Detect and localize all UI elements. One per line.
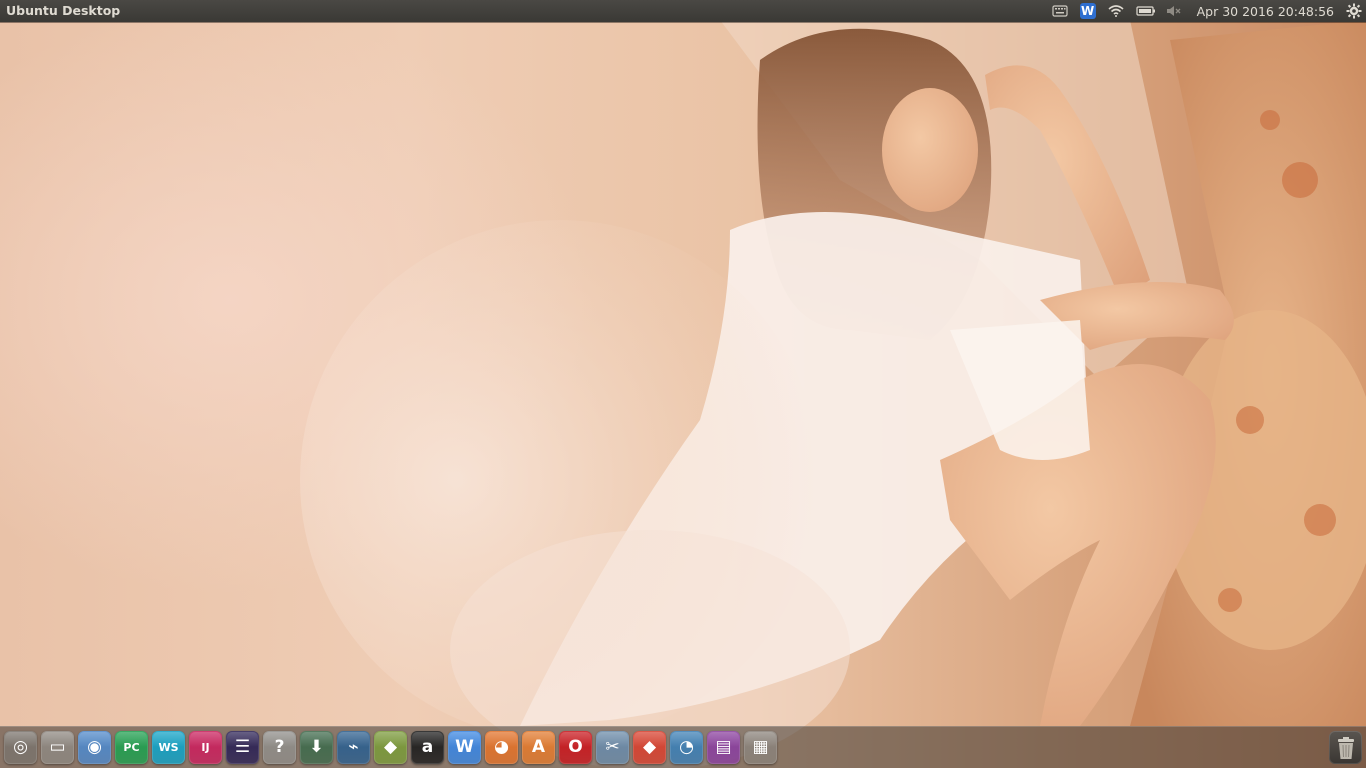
launcher-item-workspaces[interactable]: ▦ — [744, 731, 777, 764]
launcher-item-wps-writer[interactable]: W — [448, 731, 481, 764]
download-icon: ⬇ — [309, 737, 324, 757]
volume-muted-icon[interactable] — [1161, 0, 1187, 22]
swirl-icon: ◔ — [679, 737, 694, 757]
layers-icon: ◆ — [383, 737, 398, 757]
wps-office-icon-label: W — [1080, 4, 1095, 18]
window-icon: ▤ — [715, 737, 732, 757]
launcher-item-app-green[interactable]: ◆ — [374, 731, 407, 764]
top-panel: Ubuntu Desktop W Apr 30 2016 20:48:56 — [0, 0, 1366, 22]
wifi-icon[interactable] — [1101, 0, 1131, 22]
launcher-item-help[interactable]: ? — [263, 731, 296, 764]
indicator-area: W Apr 30 2016 20:48:56 — [1045, 0, 1366, 22]
launcher-item-webstorm[interactable]: WS — [152, 731, 185, 764]
software-center-icon: A — [531, 737, 546, 757]
launcher-item-eclipse[interactable]: ☰ — [226, 731, 259, 764]
chromium-icon: ◉ — [87, 737, 102, 757]
a-circle-icon: a — [421, 737, 434, 757]
launcher-item-app-tools[interactable]: ✂ — [596, 731, 629, 764]
clock[interactable]: Apr 30 2016 20:48:56 — [1187, 4, 1342, 19]
launcher-item-opera[interactable]: O — [559, 731, 592, 764]
ubuntu-logo-icon: ◎ — [13, 737, 28, 757]
launcher-item-downloader[interactable]: ⬇ — [300, 731, 333, 764]
file-manager-icon: ▭ — [49, 737, 66, 757]
eclipse-icon: ☰ — [234, 737, 251, 757]
wps-office-icon[interactable]: W — [1075, 0, 1101, 22]
launcher-item-software-center[interactable]: A — [522, 731, 555, 764]
launcher-item-app-a[interactable]: a — [411, 731, 444, 764]
launcher-item-ubuntu-dash[interactable]: ◎ — [4, 731, 37, 764]
git-icon: ◆ — [642, 737, 657, 757]
tools-icon: ✂ — [605, 737, 620, 757]
launcher-item-chromium[interactable]: ◉ — [78, 731, 111, 764]
mysql-workbench-icon: ⌁ — [348, 737, 359, 757]
gear-icon[interactable] — [1342, 0, 1366, 22]
help-icon: ? — [274, 737, 285, 757]
launcher-item-files[interactable]: ▭ — [41, 731, 74, 764]
launcher-item-intellij[interactable]: IJ — [189, 731, 222, 764]
launcher-item-git[interactable]: ◆ — [633, 731, 666, 764]
launcher-item-mysql-workbench[interactable]: ⌁ — [337, 731, 370, 764]
launcher-dock: ◎ ▭ ◉ PC WS IJ ☰? ⬇ ⌁ ◆ a W ◕ A O ✂ ◆ ◔ ▤ ▦ — [0, 726, 1366, 768]
opera-icon: O — [568, 737, 583, 757]
keyboard-icon[interactable] — [1045, 0, 1075, 22]
launcher-item-app-purple[interactable]: ▤ — [707, 731, 740, 764]
trash-icon[interactable] — [1329, 731, 1362, 764]
webstorm-icon: WS — [158, 741, 179, 754]
launcher-items: ◎ ▭ ◉ PC WS IJ ☰? ⬇ ⌁ ◆ a W ◕ A O ✂ ◆ ◔ ▤ ▦ — [4, 731, 781, 764]
window-title: Ubuntu Desktop — [6, 3, 121, 18]
launcher-item-app-swirl[interactable]: ◔ — [670, 731, 703, 764]
intellij-icon: IJ — [201, 741, 210, 754]
desktop-wallpaper — [0, 0, 1366, 768]
battery-icon[interactable] — [1131, 0, 1161, 22]
wallpaper-photo — [300, 20, 1366, 768]
wps-writer-icon: W — [455, 737, 474, 757]
workspace-switcher-icon: ▦ — [752, 737, 769, 757]
pycharm-icon: PC — [123, 741, 140, 754]
launcher-item-pycharm[interactable]: PC — [115, 731, 148, 764]
firefox-icon: ◕ — [494, 737, 509, 757]
launcher-item-firefox[interactable]: ◕ — [485, 731, 518, 764]
